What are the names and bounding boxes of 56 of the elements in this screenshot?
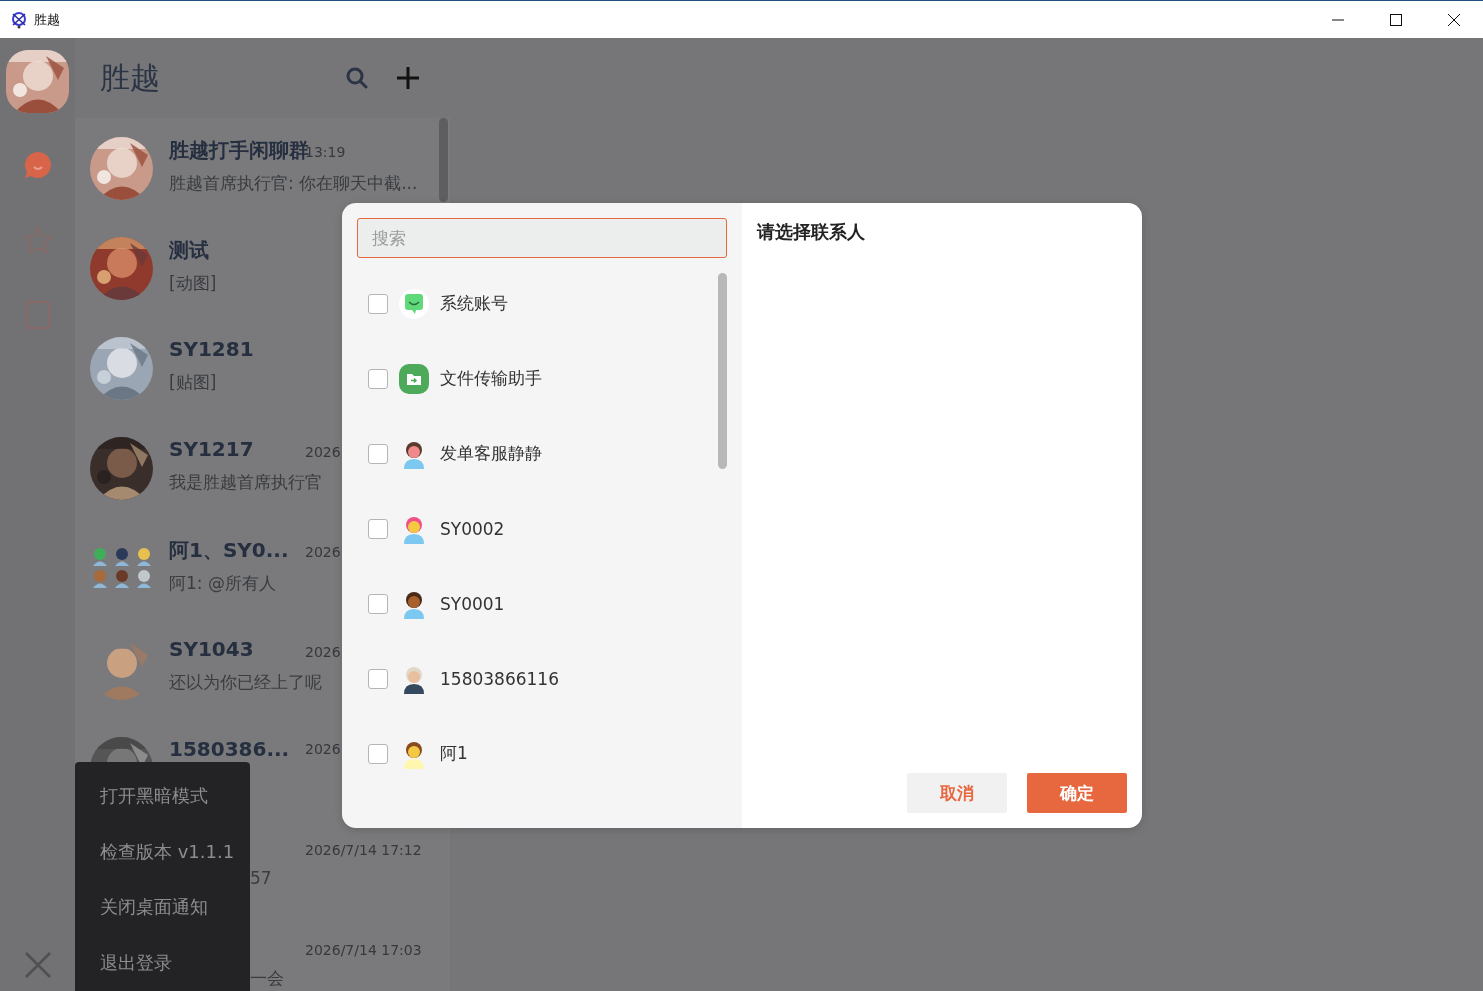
menu-item[interactable]: 检查版本 v1.1.1 bbox=[75, 823, 250, 880]
scrollbar-thumb[interactable] bbox=[439, 118, 448, 202]
star-icon[interactable] bbox=[22, 225, 53, 255]
chat-preview: 57 bbox=[250, 868, 272, 890]
chat-time: 2026/7/14 17:12 bbox=[305, 842, 422, 859]
checkbox[interactable] bbox=[368, 443, 388, 464]
chat-time: 2026 bbox=[305, 443, 341, 460]
confirm-button[interactable]: 确定 bbox=[1027, 773, 1127, 813]
checkbox[interactable] bbox=[368, 593, 388, 614]
contact-name: 阿1 bbox=[440, 742, 468, 765]
chat-preview: 一会 bbox=[250, 966, 284, 990]
contact-name: 发单客服静静 bbox=[440, 442, 542, 465]
contact-name: 文件传输助手 bbox=[440, 367, 542, 390]
dialog-title: 请选择联系人 bbox=[757, 220, 865, 244]
chat-bubble-icon bbox=[399, 288, 429, 319]
cancel-button[interactable]: 取消 bbox=[907, 773, 1007, 813]
search-field[interactable]: 搜索 bbox=[357, 218, 727, 258]
square-icon[interactable] bbox=[25, 301, 50, 329]
menu-item[interactable]: 关闭桌面通知 bbox=[75, 879, 250, 936]
checkbox[interactable] bbox=[368, 368, 388, 389]
chat-preview: 胜越首席执行官: 你在聊天中截... bbox=[169, 172, 418, 195]
contact-name: 系统账号 bbox=[440, 292, 508, 315]
app-title: 胜越 bbox=[100, 58, 161, 97]
contact-name: SY0001 bbox=[440, 593, 505, 614]
add-icon[interactable] bbox=[396, 66, 420, 90]
contact-name: SY0002 bbox=[440, 518, 505, 539]
chat-icon[interactable] bbox=[23, 151, 52, 179]
chat-preview: [动图] bbox=[169, 272, 217, 295]
chat-time: 2026/7/14 17:03 bbox=[305, 941, 422, 958]
checkbox[interactable] bbox=[368, 293, 388, 314]
window-title: 胜越 bbox=[34, 10, 61, 29]
chat-name: 测试 bbox=[169, 236, 210, 264]
chat-preview: 还以为你已经上了呢 bbox=[169, 670, 322, 694]
checkbox[interactable] bbox=[368, 668, 388, 689]
checkbox[interactable] bbox=[368, 518, 388, 539]
chat-preview: 我是胜越首席执行官 bbox=[169, 470, 322, 494]
checkbox[interactable] bbox=[368, 743, 388, 764]
close-icon[interactable] bbox=[1448, 13, 1460, 26]
chat-preview: [贴图] bbox=[169, 370, 217, 394]
contact-name: 15803866116 bbox=[440, 668, 559, 689]
menu-item[interactable]: 打开黑暗模式 bbox=[75, 768, 250, 824]
chat-name: 1580386... bbox=[169, 736, 291, 761]
chat-name: 阿1、SY0... bbox=[169, 536, 290, 564]
menu-item[interactable]: 退出登录 bbox=[75, 935, 250, 991]
folder-icon bbox=[399, 363, 429, 394]
chat-time: 2026 bbox=[305, 643, 341, 660]
search-icon[interactable] bbox=[346, 67, 368, 89]
app-logo-icon bbox=[10, 10, 28, 29]
maximize-icon[interactable] bbox=[1390, 13, 1402, 26]
chat-name: SY1043 bbox=[169, 636, 255, 663]
chat-time: 2026 bbox=[305, 740, 341, 757]
chat-preview: 阿1: @所有人 bbox=[169, 572, 276, 595]
scrollbar-thumb[interactable] bbox=[718, 273, 727, 469]
chat-name: SY1217 bbox=[169, 436, 255, 463]
chat-time: 2026 bbox=[305, 544, 341, 561]
chat-name: SY1281 bbox=[169, 336, 255, 363]
